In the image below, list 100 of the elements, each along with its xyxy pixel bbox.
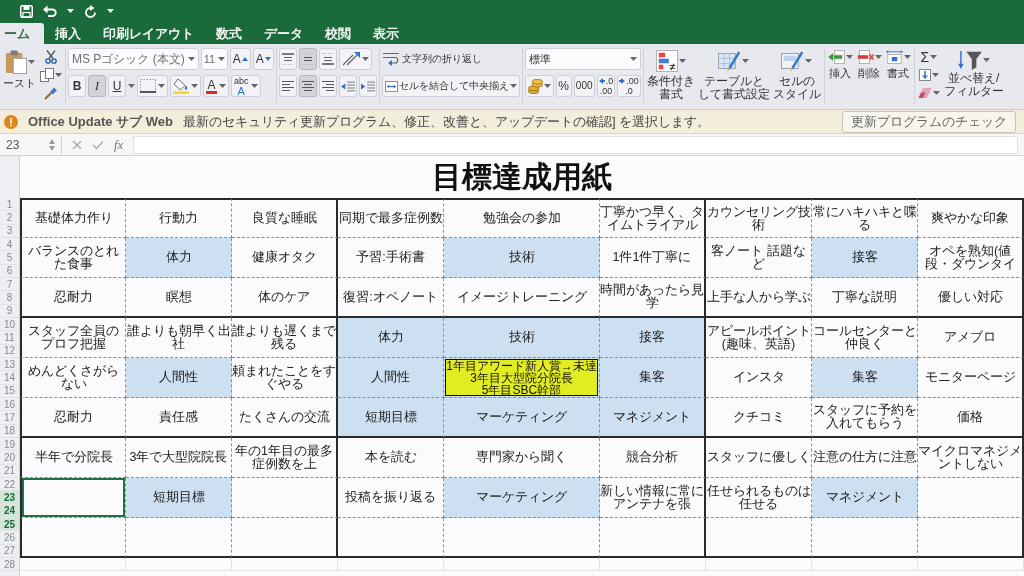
chart-cell: スタッフに予約を入れてもらう	[812, 398, 918, 438]
borders-button[interactable]	[137, 75, 168, 97]
text-angle-button[interactable]	[338, 48, 372, 70]
theme-cell: マネジメント	[812, 478, 918, 518]
number-format-dropdown[interactable]: 標準	[524, 48, 641, 70]
name-box[interactable]: 23	[2, 135, 62, 154]
check-icon[interactable]	[92, 139, 104, 150]
redo-icon[interactable]	[84, 4, 97, 18]
ribbon-tab[interactable]: 挿入	[44, 23, 92, 44]
caret-icon	[805, 59, 813, 63]
bold-button[interactable]: B	[68, 75, 86, 97]
paste-button[interactable]: ースト	[2, 48, 37, 91]
increase-decimal-button[interactable]: .0 .00	[596, 75, 616, 97]
row-number: 13	[0, 358, 19, 372]
insert-function-button[interactable]: fx	[114, 136, 124, 153]
font-color-button[interactable]: A	[203, 75, 229, 97]
caret-icon	[931, 72, 939, 77]
copy-button[interactable]	[39, 66, 63, 83]
decrease-indent-button[interactable]	[338, 75, 357, 97]
row-number: 6	[0, 264, 19, 278]
autosum-button[interactable]: Σ	[916, 48, 941, 65]
caret-icon[interactable]	[67, 9, 74, 13]
formula-field[interactable]	[133, 135, 1018, 154]
wrap-text-icon	[382, 52, 399, 66]
sort-filter-button[interactable]: 並べ替え/フィルター	[942, 48, 1005, 100]
align-top-button[interactable]	[278, 48, 297, 70]
row-number: 4	[0, 238, 19, 252]
caret-icon[interactable]	[128, 84, 135, 88]
fill-down-button[interactable]	[916, 66, 941, 83]
row-number: 12	[0, 344, 19, 358]
merge-center-button[interactable]: セルを結合して中央揃え	[381, 75, 520, 97]
format-cells-button[interactable]: 書式	[884, 48, 912, 81]
eraser-icon	[917, 86, 932, 99]
phonetic-guide-button[interactable]: abc A	[231, 75, 261, 97]
format-as-table-button[interactable]: テーブルと して書式設定	[696, 48, 771, 103]
merge-icon	[384, 80, 398, 92]
caret-icon	[742, 59, 750, 63]
italic-button[interactable]: I	[88, 75, 106, 97]
chart-cell: 基礎体力作り	[20, 198, 126, 238]
funnel-icon	[957, 50, 982, 70]
ribbon-tab[interactable]: ーム	[0, 23, 44, 44]
decrease-decimal-button[interactable]: .00 .0	[617, 75, 641, 97]
theme-cell: マーケティング	[444, 398, 600, 438]
undo-icon[interactable]	[43, 5, 57, 17]
fill-color-button[interactable]	[170, 75, 201, 97]
theme-cell: 人間性	[338, 358, 444, 398]
row-number: 14	[0, 371, 19, 385]
save-icon[interactable]	[20, 4, 33, 18]
check-updates-button[interactable]: 更新プログラムのチェック	[842, 110, 1016, 133]
caret-icon	[361, 57, 369, 61]
message-text: 最新のセキュリティ更新プログラム、修正、改善と、アップデートの確認] を選択します。	[182, 112, 712, 131]
align-center-button[interactable]	[298, 75, 317, 97]
chart-cell: オペを熟知(値段・ダウンタイ	[918, 238, 1024, 278]
ribbon-tab[interactable]: 校閲	[314, 23, 362, 44]
align-top-icon	[280, 53, 295, 65]
row-number: 20	[0, 451, 19, 465]
insert-cells-button[interactable]: 挿入	[826, 48, 854, 81]
chart-cell: 丁寧な説明	[812, 278, 918, 318]
row-number: 3	[0, 224, 19, 238]
row-number: 27	[0, 544, 19, 558]
percent-button[interactable]: %	[555, 75, 572, 97]
theme-cell: 人間性	[126, 358, 232, 398]
currency-button[interactable]	[524, 75, 554, 97]
chart-cell: 1件1件丁寧に	[600, 238, 706, 278]
align-left-button[interactable]	[278, 75, 297, 97]
delete-row-icon	[856, 50, 874, 64]
border-icon	[140, 79, 156, 93]
row-number: 17	[0, 411, 19, 425]
chart-cell: アピールポイント(趣味、英語)	[706, 318, 812, 358]
caret-icon[interactable]	[107, 9, 114, 13]
wrap-text-button[interactable]: 文字列の折り返し	[381, 48, 520, 70]
cell-brush-icon	[781, 50, 805, 72]
row-number: 1	[0, 198, 19, 212]
comma-style-button[interactable]: 000	[573, 75, 595, 97]
conditional-formatting-button[interactable]: 条件付き 書式	[645, 48, 696, 103]
align-middle-icon	[300, 53, 315, 65]
shrink-font-button[interactable]: A	[252, 48, 274, 70]
chart-cell: 良質な睡眠	[232, 198, 338, 238]
ribbon-tab[interactable]: 表示	[362, 23, 410, 44]
table-brush-icon	[718, 50, 742, 72]
chart-cell: 新しい情報に常にアンテナを張	[600, 478, 706, 518]
caret-icon	[250, 84, 258, 88]
sheet-title: 目標達成用紙	[432, 159, 612, 195]
align-right-icon	[320, 80, 335, 92]
ribbon-tab[interactable]: 印刷レイアウト	[92, 23, 205, 44]
alert-icon	[4, 114, 18, 129]
ribbon-tab[interactable]: データ	[253, 23, 314, 44]
caret-icon	[55, 72, 62, 77]
align-right-button[interactable]	[318, 75, 337, 97]
align-bottom-button[interactable]	[318, 48, 337, 70]
align-middle-button[interactable]	[298, 48, 317, 70]
font-size-dropdown[interactable]: 11	[200, 48, 228, 70]
increase-indent-button[interactable]	[358, 75, 377, 97]
ribbon-tab[interactable]: 数式	[205, 23, 253, 44]
underline-button[interactable]: U	[108, 75, 126, 97]
cell-styles-button[interactable]: セルの スタイル	[771, 48, 822, 103]
caret-icon	[930, 54, 938, 59]
grow-font-button[interactable]: A	[229, 48, 251, 70]
delete-cells-button[interactable]: 削除	[855, 48, 883, 81]
font-name-dropdown[interactable]: MS Pゴシック (本文)	[68, 48, 199, 70]
